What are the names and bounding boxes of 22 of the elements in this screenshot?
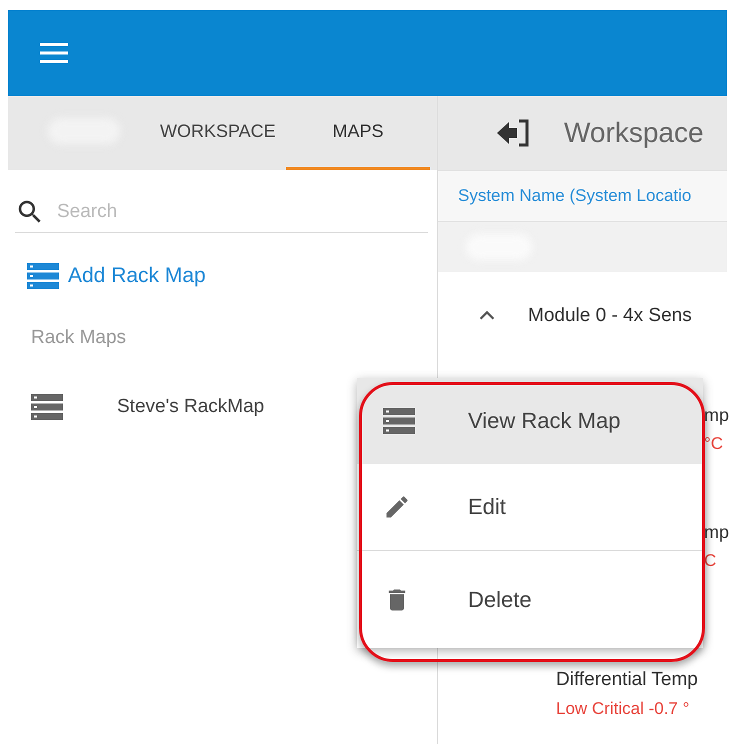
add-rack-map-button[interactable]: Add Rack Map <box>27 263 206 289</box>
sign-in-icon[interactable] <box>497 118 531 148</box>
rack-map-item[interactable]: Steve's RackMap <box>117 396 264 418</box>
rack-icon <box>27 263 59 289</box>
sensor-name: mp <box>704 522 727 543</box>
module-row[interactable]: Module 0 - 4x Sens <box>438 296 727 336</box>
sensor-name: mp <box>704 405 727 426</box>
page-title: Workspace <box>564 117 704 149</box>
module-label: Module 0 - 4x Sens <box>528 305 692 327</box>
menu-icon[interactable] <box>40 42 68 64</box>
sensor-reading: °C <box>704 434 724 454</box>
rack-icon <box>31 394 64 420</box>
section-title: Rack Maps <box>31 327 128 349</box>
tab[interactable]: MAPS <box>286 96 430 170</box>
menu-item[interactable]: Delete <box>357 550 703 648</box>
sensor-reading: C <box>704 551 718 571</box>
sensor-reading: Low Critical -0.7 ° <box>556 699 690 719</box>
search-field[interactable]: Search <box>55 200 428 224</box>
rack-icon <box>383 408 416 434</box>
menu-item[interactable]: View Rack Map <box>357 378 703 464</box>
tab[interactable]: WORKSPACE <box>142 96 286 170</box>
sensor-name: Differential Temp <box>556 669 699 691</box>
